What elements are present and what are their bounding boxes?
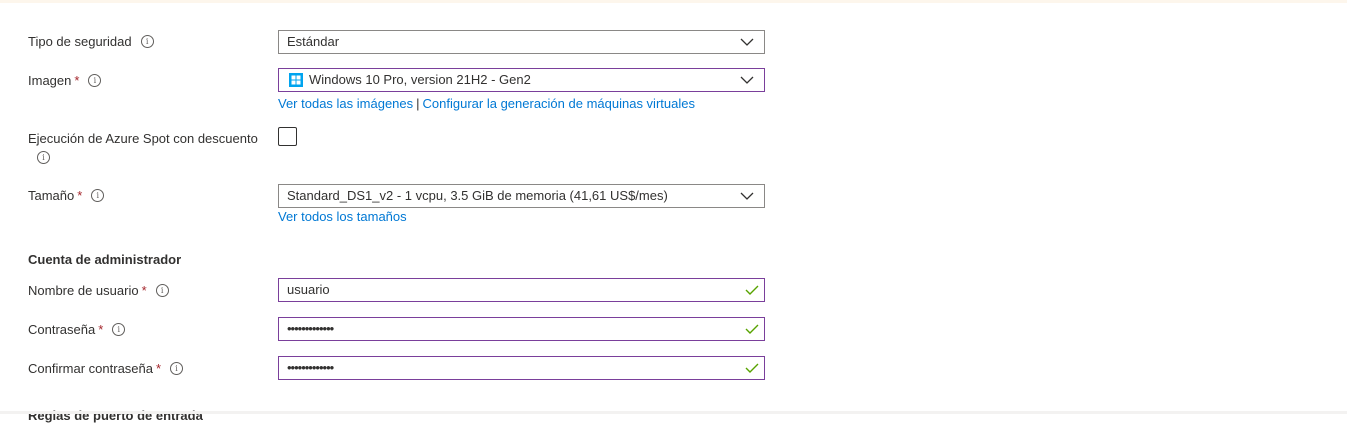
required-marker: * [98,322,104,337]
chevron-down-icon [740,192,754,200]
security-type-label-text: Tipo de seguridad [28,34,132,49]
azure-spot-label-text: Ejecución de Azure Spot con descuento [28,131,258,146]
required-marker: * [74,73,80,88]
size-dropdown[interactable]: Standard_DS1_v2 - 1 vcpu, 3.5 GiB de mem… [278,184,765,208]
username-input[interactable]: usuario [278,278,765,302]
windows-logo-icon [289,73,303,87]
required-marker: * [156,361,162,376]
checkmark-icon [745,324,759,334]
image-links: Ver todas las imágenes | Configurar la gen… [278,95,695,113]
required-marker: * [141,283,147,298]
password-label-text: Contraseña [28,322,96,337]
info-icon[interactable]: i [140,35,154,49]
password-label: Contraseña * i [28,321,126,339]
info-icon[interactable]: i [112,323,126,337]
checkmark-icon [745,285,759,295]
info-icon[interactable]: i [155,284,169,298]
security-type-value: Estándar [287,34,340,49]
chevron-down-icon [740,38,754,46]
azure-spot-checkbox[interactable] [278,127,297,146]
inbound-port-rules-heading: Reglas de puerto de entrada [28,408,203,423]
admin-account-heading: Cuenta de administrador [28,252,182,267]
security-type-label: Tipo de seguridad i [28,33,154,51]
confirm-password-label: Confirmar contraseña * i [28,360,184,378]
username-label-text: Nombre de usuario [28,283,139,298]
info-icon[interactable]: i [37,151,50,164]
size-label-text: Tamaño [28,188,75,203]
confirm-password-value: ••••••••••••• [287,360,334,375]
image-dropdown[interactable]: Windows 10 Pro, version 21H2 - Gen2 [278,68,765,92]
image-label-text: Imagen [28,73,72,88]
chevron-down-icon [740,76,754,84]
see-all-sizes-link[interactable]: Ver todos los tamaños [278,209,407,224]
confirm-password-label-text: Confirmar contraseña [28,361,153,376]
image-label: Imagen * i [28,72,102,90]
checkmark-icon [745,363,759,373]
see-all-images-link[interactable]: Ver todas las imágenes [278,96,413,111]
info-icon[interactable]: i [88,74,102,88]
size-links: Ver todos los tamaños [278,208,407,226]
password-input[interactable]: ••••••••••••• [278,317,765,341]
info-icon[interactable]: i [91,189,105,203]
username-label: Nombre de usuario * i [28,282,169,300]
confirm-password-input[interactable]: ••••••••••••• [278,356,765,380]
security-type-dropdown[interactable]: Estándar [278,30,765,54]
username-value: usuario [287,282,330,297]
info-icon[interactable]: i [170,362,184,376]
configure-vm-generation-link[interactable]: Configurar la generación de máquinas vir… [423,96,695,111]
top-strip [0,0,1347,3]
password-value: ••••••••••••• [287,321,334,336]
image-value: Windows 10 Pro, version 21H2 - Gen2 [309,72,531,87]
link-separator: | [416,96,420,111]
size-label: Tamaño * i [28,187,105,205]
size-value: Standard_DS1_v2 - 1 vcpu, 3.5 GiB de mem… [287,188,668,203]
required-marker: * [77,188,83,203]
azure-spot-label: Ejecución de Azure Spot con descuento [28,130,258,148]
